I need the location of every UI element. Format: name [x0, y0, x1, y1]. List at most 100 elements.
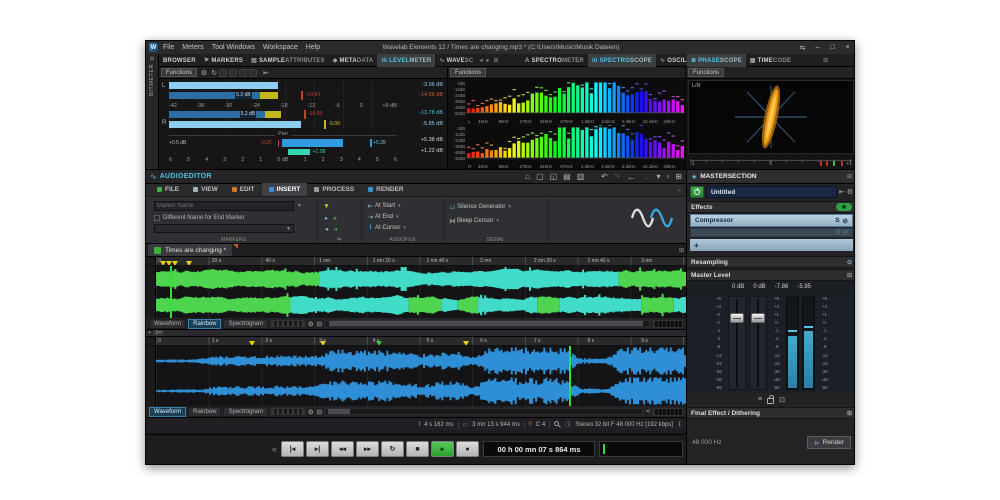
open-folder-icon[interactable]: ◱ [550, 172, 558, 181]
crosshair-icon[interactable]: + [148, 330, 151, 336]
copy-icon[interactable]: ▥ [577, 172, 585, 181]
tab-spectrometer[interactable]: A SPECTRO METER [521, 54, 588, 67]
resampling-header[interactable]: Resampling ⊙ [687, 256, 854, 268]
lock-icon[interactable] [767, 395, 775, 404]
stop-button[interactable]: ■ [406, 441, 430, 457]
end-marker-checkbox[interactable] [154, 214, 160, 221]
nav-forward-icon[interactable]: → [641, 172, 650, 182]
menu-help[interactable]: Help [306, 44, 320, 51]
mini-slider[interactable] [270, 408, 305, 415]
collapse-transport-icon[interactable]: « [272, 444, 277, 454]
dock-icon[interactable]: ⇆ [797, 44, 808, 52]
download-icon[interactable]: ↧ [677, 421, 682, 428]
info-icon[interactable]: ⓘ [565, 420, 571, 429]
align-left-icon[interactable]: ⇤ [839, 188, 845, 196]
document-tab[interactable]: Times are changing * [148, 244, 239, 256]
add-effect-button[interactable]: + [690, 239, 853, 251]
bitmeter-vertical-tab[interactable]: ⊞ BITMETER [146, 54, 159, 169]
link-icon[interactable]: ≡ [758, 396, 762, 403]
functions-button[interactable]: Functions [161, 68, 198, 77]
tab-scroll-left-icon[interactable]: ◂ [479, 57, 482, 64]
marker-type-dropdown[interactable]: ▼ [154, 224, 294, 233]
view-btn-spectrogram[interactable]: Spectrogram [223, 318, 268, 329]
share-icon[interactable]: < [646, 408, 650, 415]
final-effect-header[interactable]: Final Effect / Dithering ⊞ [687, 407, 854, 419]
master-section-tab[interactable]: ★ MASTERSECTION ⊞ [687, 170, 854, 184]
ribbon-tab-render[interactable]: RENDER [361, 183, 410, 196]
align-left-icon[interactable]: ⇤ [263, 69, 269, 77]
panel-options-icon[interactable]: ⊞ [679, 247, 684, 254]
vertical-zoom-handle[interactable]: 1= [153, 330, 164, 336]
undo-icon[interactable]: ↶ [601, 172, 608, 181]
solo-icon[interactable]: S [835, 217, 839, 224]
preset-slot-icon[interactable] [249, 68, 258, 77]
overview-scrollbar[interactable] [325, 320, 650, 327]
bypass-icon[interactable]: ⊘ [843, 217, 848, 225]
layers-icon[interactable]: ⊟ [317, 408, 322, 416]
overview-waveform[interactable] [156, 266, 686, 318]
maximize-icon[interactable]: ▫ [666, 172, 669, 181]
chevron-down-icon[interactable]: ▼ [297, 203, 302, 209]
audio-format[interactable]: Stereo 32 bit F 48 000 Hz [192 kbps] [575, 422, 673, 428]
file-length[interactable]: 3 mn 13 s 944 ms [472, 422, 520, 428]
menu-meters[interactable]: Meters [182, 44, 203, 51]
go-end-button[interactable]: ▸| [306, 441, 330, 457]
tab-phasescope[interactable]: ⊕ PHASE SCOPE [687, 54, 746, 67]
meter-options-icon[interactable]: ⊟ [847, 272, 852, 279]
effects-header[interactable]: Effects ◉ [687, 201, 854, 213]
play-from-marker-icon[interactable]: ▸ [322, 214, 331, 222]
marker-flag[interactable] [172, 261, 178, 265]
ribbon-tab-process[interactable]: PROCESS [307, 183, 361, 196]
silence-generator-button[interactable]: ⊔ Silence Generator ▾ [448, 200, 543, 214]
ribbon-tab-view[interactable]: VIEW [186, 183, 225, 196]
export-icon[interactable]: ▤ [563, 172, 571, 181]
menu-tool-windows[interactable]: Tool Windows [212, 44, 255, 51]
forward-button[interactable]: ▸▸ [356, 441, 380, 457]
effect-slot-compressor[interactable]: Compressor S ⊘ [690, 214, 853, 227]
fader-handle[interactable] [751, 312, 765, 323]
master-power-button[interactable] [690, 186, 704, 198]
sync-icon[interactable]: ◌ [590, 172, 595, 181]
panel-options-icon[interactable]: ⊞ [493, 57, 498, 64]
zoom-scrollbar[interactable] [325, 408, 644, 415]
bleep-censor-button[interactable]: ⋈ Bleep Censor ▾ [448, 214, 543, 228]
home-icon[interactable]: ⌂ [525, 172, 530, 181]
layers-icon[interactable]: ⊟ [317, 320, 322, 328]
minimize-button[interactable]: – [812, 44, 823, 51]
marker-name-input[interactable] [154, 201, 294, 211]
view-btn-rainbow[interactable]: Rainbow [188, 406, 222, 417]
windows-icon[interactable]: ⊡ [779, 396, 785, 404]
gear-icon[interactable]: ⚙ [308, 320, 314, 328]
view-btn-rainbow[interactable]: Rainbow [188, 318, 222, 329]
tab-timecode[interactable]: ▦ TIME CODE [746, 54, 795, 67]
pane-splitter[interactable]: + 1= [146, 330, 686, 337]
functions-button[interactable]: Functions [450, 68, 487, 77]
play-to-marker-icon[interactable]: ▸ [331, 214, 340, 222]
tab-browser[interactable]: BROWSER [159, 54, 200, 67]
tab-wavesc[interactable]: ∿ WAVE SC [435, 54, 477, 67]
overview-timeline-ruler[interactable]: 0 20 s 40 s 1 mn 1 mn 20 s 1 mn 40 s 2 mn 2 mn … [156, 257, 686, 265]
at-cursor-button[interactable]: Ι At Cursor ▾ [366, 222, 439, 233]
mini-slider[interactable] [270, 320, 305, 327]
zoom-timeline-ruler[interactable]: 0 1 s 2 s 3 s 4 s 5 s 6 s 7 s 8 s 9 s [156, 337, 686, 345]
cursor-position[interactable]: 4 s 162 ms [424, 422, 453, 428]
go-start-button[interactable]: |◂ [281, 441, 305, 457]
marker-flag[interactable] [463, 341, 470, 345]
transport-time-display[interactable]: 00 h 00 mn 07 s 864 ms [483, 441, 596, 457]
fader-handle[interactable] [730, 312, 744, 323]
playhead-cursor[interactable] [569, 346, 572, 406]
tab-scroll-right-icon[interactable]: ▸ [486, 57, 489, 64]
preset-slot-icon[interactable] [239, 68, 248, 77]
reset-icon[interactable]: ↻ [211, 69, 217, 77]
menu-file[interactable]: File [163, 44, 174, 51]
fader-left[interactable] [728, 296, 746, 390]
marker-flag[interactable] [248, 341, 255, 345]
gear-icon[interactable]: ⚙ [308, 408, 314, 416]
preset-name-field[interactable]: Untitled [706, 186, 837, 198]
view-btn-waveform[interactable]: Waveform [149, 406, 187, 417]
tab-spectroscope[interactable]: ılı SPECTRO SCOPE [587, 54, 656, 67]
nav-back-icon[interactable]: ← [626, 172, 635, 182]
panel-options-icon[interactable]: ⊞ [847, 173, 852, 180]
effects-visibility-toggle[interactable]: ◉ [836, 203, 852, 211]
rewind-button[interactable]: ◂◂ [331, 441, 355, 457]
